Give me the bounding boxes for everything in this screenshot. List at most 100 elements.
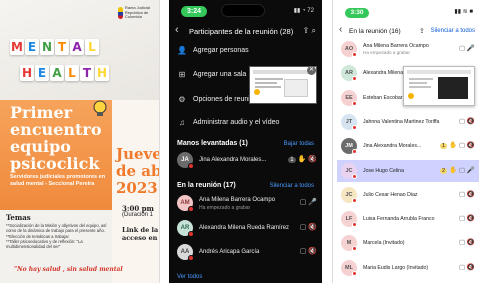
search-icon[interactable]: ⌕ xyxy=(312,26,316,35)
mic-camera-icons[interactable]: ▢ 🔇 xyxy=(459,215,475,222)
share-icon[interactable]: ⇪ xyxy=(419,27,425,35)
add-people-item[interactable]: 👤 Agregar personas xyxy=(177,46,249,55)
participant-row[interactable]: ML Maria Eudis Largo (Invitado) ▢ 🔇 xyxy=(337,257,479,279)
lower-all-button[interactable]: Bajar todas xyxy=(284,141,314,147)
participant-controls[interactable]: ▢ 🔇 xyxy=(459,263,475,271)
mic-camera-icons[interactable]: ▢ 🔇 xyxy=(459,142,475,149)
topics-list: **Socialización de la Misión y objetivos… xyxy=(6,223,112,249)
participant-controls[interactable]: ▢ 🔇 xyxy=(459,117,475,125)
hand-raised-badge: 2 xyxy=(439,167,448,174)
participant-controls[interactable]: ▢ 🎤 xyxy=(459,44,475,52)
status-dot xyxy=(352,76,357,82)
status-indicators: ▮▮ ◔ 72 xyxy=(293,8,314,14)
topics-heading: Temas xyxy=(6,213,31,222)
hand-icon: ✋ xyxy=(449,142,459,150)
participant-row[interactable]: AM Ana Milena Barrera Ocampo Ha empezado… xyxy=(177,195,317,215)
participant-controls[interactable]: ▢ 🔇 xyxy=(459,214,475,222)
letter-tile: M xyxy=(10,39,24,55)
participant-name: Jina Alexandra Morales... xyxy=(363,143,422,150)
mic-camera-icons[interactable]: ▢ 🔇 xyxy=(459,191,475,198)
participant-name: Alexandra Milena Rueda Ramírez xyxy=(199,225,290,231)
mute-all-button[interactable]: Silenciar a todos xyxy=(431,28,475,34)
letter-tile: H xyxy=(20,65,34,81)
poster-duration: (Duración 1 xyxy=(122,212,154,218)
mic-camera-icons[interactable]: ▢ 🔇 xyxy=(459,264,475,271)
participant-row[interactable]: JM Jina Alexandra Morales... 1 ✋ ▢ 🔇 xyxy=(337,135,479,157)
letter-tile: N xyxy=(40,39,54,55)
letter-tile: A xyxy=(70,39,84,55)
topic-item: **Socialización de la Misión y objetivos… xyxy=(6,223,107,234)
mic-camera-icons[interactable]: ▢ 🎤 xyxy=(459,45,475,52)
back-chevron-icon[interactable]: ‹ xyxy=(175,24,179,36)
in-meeting-heading: En la reunión (17) xyxy=(177,182,236,189)
participant-name: Luisa Fernanda Arrubla Franco xyxy=(363,216,435,223)
footer-quote: "No hay salud , sin salud mental xyxy=(14,266,123,273)
status-dot xyxy=(352,124,357,130)
participant-row[interactable]: M Marcela (Invitado) ▢ 🔇 xyxy=(337,232,479,254)
menu-label: Agregar personas xyxy=(193,47,249,54)
status-dot xyxy=(352,52,357,57)
participant-row[interactable]: LF Luisa Fernanda Arrubla Franco ▢ 🔇 xyxy=(337,208,479,230)
shared-screen-thumbnail[interactable] xyxy=(403,66,475,106)
mic-muted-icon[interactable]: 🔇 xyxy=(308,156,317,163)
status-dot xyxy=(188,255,194,261)
participant-row[interactable]: AR Alexandra Milena Rueda Ramírez ▢ 🔇 xyxy=(177,220,317,240)
hand-raised-badge: 1 xyxy=(288,157,296,163)
close-thumbnail-icon[interactable]: ✕ xyxy=(307,66,316,75)
participants-title: Participantes de la reunión (28) xyxy=(189,27,294,36)
participant-row[interactable]: JC Julio Cesar Henao Diaz ▢ 🔇 xyxy=(337,184,479,206)
status-dot xyxy=(352,246,357,252)
status-time: 3:24 xyxy=(181,6,207,17)
health-tiles: HEALTH xyxy=(20,64,110,82)
status-dot xyxy=(352,149,357,155)
options-icon: ⚙ xyxy=(178,95,186,104)
light-participants-panel: 3:30 ▮▮ ≋ ■ ‹ En la reunión (16) ⇪ Silen… xyxy=(332,0,479,283)
header-actions: ⇪ ⌕ xyxy=(303,26,316,36)
menu-label: Opciones de reunión xyxy=(193,96,258,103)
participant-name: Julio Cesar Henao Diaz xyxy=(363,191,418,198)
participant-controls[interactable]: ▢ 🎤 xyxy=(300,198,317,206)
participant-name: Jose Hugo Celina xyxy=(363,167,404,174)
participant-row[interactable]: JC Jose Hugo Celina 2 ✋ ▢ 🎤 xyxy=(337,159,479,182)
mic-camera-icons[interactable]: ▢ 🔇 xyxy=(459,239,475,246)
status-dot xyxy=(352,173,357,179)
participant-name: Maria Eudis Largo (Invitado) xyxy=(363,264,429,271)
status-dot xyxy=(188,206,194,212)
meeting-options-item[interactable]: ⚙ Opciones de reunión xyxy=(177,95,258,104)
topic-item: **Taller psicoeducativo y de reflexión: … xyxy=(6,238,83,250)
status-dot xyxy=(188,231,194,237)
participant-row[interactable]: JA Jina Alexandra Morales... 1 ✋ 🔇 xyxy=(177,152,317,172)
participant-controls[interactable]: ▢ 🔇 xyxy=(459,190,475,198)
participant-controls[interactable]: ▢ 🔇 xyxy=(300,223,317,231)
letter-tile: T xyxy=(55,39,69,55)
add-room-icon: ⊞ xyxy=(178,70,186,79)
participant-row[interactable]: JT Jahnna Valentina Martinez Toriffa ▢ 🔇 xyxy=(337,111,479,133)
participant-name: Marcela (Invitado) xyxy=(363,240,405,247)
participant-controls[interactable]: ▢ 🔇 xyxy=(300,247,317,255)
mic-camera-icons[interactable]: ▢ 🎤 xyxy=(459,167,475,174)
judicial-logo: Rama Judicial República de Colombia xyxy=(118,6,158,20)
participant-name: Alexandra Milena... xyxy=(363,70,408,77)
participant-row[interactable]: AA Andrés Aricapa García ▢ 🔇 xyxy=(177,244,317,264)
status-time: 3:30 xyxy=(345,8,369,18)
status-dot xyxy=(352,222,357,228)
audio-video-icon: ♫ xyxy=(179,118,185,127)
manage-audio-video-item[interactable]: ♫ Administrar audio y el vídeo xyxy=(177,118,279,127)
see-all-link[interactable]: Ver todos xyxy=(177,274,202,280)
letter-tile: L xyxy=(85,39,99,55)
participant-controls[interactable]: 1 ✋ ▢ 🔇 xyxy=(439,141,475,150)
back-chevron-icon[interactable]: ‹ xyxy=(339,24,342,35)
share-icon[interactable]: ⇪ xyxy=(303,26,310,35)
participant-name: Andrés Aricapa García xyxy=(199,249,260,255)
participant-row[interactable]: AO Ana Milena Barrera Ocampo Ha empezado a… xyxy=(337,38,479,60)
participant-controls[interactable]: ▢ 🔇 xyxy=(459,238,475,246)
letter-tile: H xyxy=(95,65,109,81)
status-dot xyxy=(352,100,357,106)
letter-tile: E xyxy=(35,65,49,81)
add-room-item[interactable]: ⊞ Agregar una sala xyxy=(177,70,247,79)
status-dot xyxy=(188,163,194,169)
status-indicators: ▮▮ ≋ ■ xyxy=(454,9,473,15)
mute-all-button[interactable]: Silenciar a todos xyxy=(270,183,314,189)
participant-controls[interactable]: 2 ✋ ▢ 🎤 xyxy=(439,166,475,174)
mic-camera-icons[interactable]: ▢ 🔇 xyxy=(459,118,475,125)
